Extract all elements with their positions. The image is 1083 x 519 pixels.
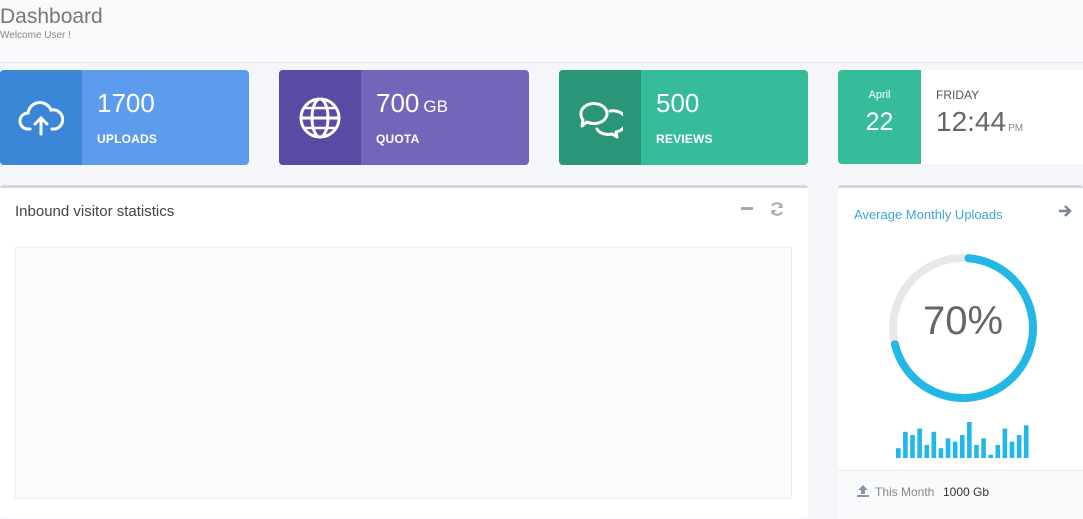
sparkline-bar	[981, 438, 986, 458]
clock: 12:44 PM	[936, 106, 1023, 138]
clock-time: 12:44	[936, 106, 1007, 137]
globe-icon	[279, 70, 361, 165]
visitor-statistics-panel: Inbound visitor statistics	[0, 185, 808, 518]
sparkline-bar	[903, 431, 908, 458]
uploads-card: 1700 UPLOADS	[0, 70, 249, 165]
clock-ampm: PM	[1008, 123, 1024, 134]
footer-label: This Month	[875, 485, 935, 499]
visitor-chart-area	[15, 247, 792, 499]
sparkline-bar	[910, 435, 915, 458]
page-title: Dashboard	[0, 5, 103, 28]
date-card: April 22 FRIDAY 12:44 PM	[838, 70, 1083, 164]
sparkline-bar	[1009, 441, 1015, 458]
chat-icon	[559, 70, 641, 165]
sparkline-bar	[995, 444, 1001, 458]
sparkline-bar	[945, 438, 951, 458]
footer-value: 1000 Gb	[943, 485, 990, 499]
sparkline-bar	[974, 444, 979, 458]
sparkline-bar	[967, 422, 972, 458]
reviews-value: 500	[656, 88, 700, 118]
average-uploads-panel: Average Monthly Uploads 70% This Month 1…	[838, 185, 1083, 519]
quota-value: 700 GB	[376, 88, 448, 118]
sparkline-bar	[896, 448, 901, 458]
sparkline-bar	[924, 444, 930, 458]
sparkline-bar	[959, 435, 965, 458]
average-uploads-link[interactable]: Average Monthly Uploads	[854, 207, 1003, 222]
date-day: 22	[865, 108, 894, 136]
uploads-sparkline	[896, 422, 1029, 458]
uploads-value: 1700	[97, 88, 155, 118]
sparkline-bar	[988, 454, 993, 458]
quota-label: QUOTA	[376, 132, 420, 146]
cloud-upload-icon	[0, 70, 82, 165]
refresh-icon[interactable]	[769, 201, 785, 220]
sparkline-bar	[952, 441, 958, 458]
reviews-card: 500 REVIEWS	[559, 70, 808, 165]
arrow-right-icon[interactable]	[1058, 204, 1072, 223]
sparkline-bar	[1023, 425, 1029, 458]
upload-icon	[856, 484, 870, 503]
quota-unit: GB	[423, 97, 448, 116]
sparkline-bar	[1002, 428, 1008, 458]
sparkline-bar	[917, 428, 922, 458]
sparkline-bar	[931, 431, 937, 458]
minimize-icon[interactable]	[740, 201, 754, 218]
reviews-label: REVIEWS	[656, 132, 713, 146]
sparkline-bar	[1016, 435, 1022, 458]
progress-percent: 70%	[922, 299, 1004, 343]
page-header: Dashboard Welcome User !	[0, 0, 1083, 63]
date-block: April 22	[838, 70, 921, 164]
sparkline-bar	[938, 448, 944, 458]
page-subtitle: Welcome User !	[0, 30, 71, 41]
side-footer: This Month 1000 Gb	[838, 470, 1083, 519]
panel-title: Inbound visitor statistics	[15, 203, 175, 220]
uploads-label: UPLOADS	[97, 132, 158, 146]
date-month: April	[868, 89, 891, 101]
quota-card: 700 GB QUOTA	[279, 70, 529, 165]
date-weekday: FRIDAY	[936, 88, 980, 102]
